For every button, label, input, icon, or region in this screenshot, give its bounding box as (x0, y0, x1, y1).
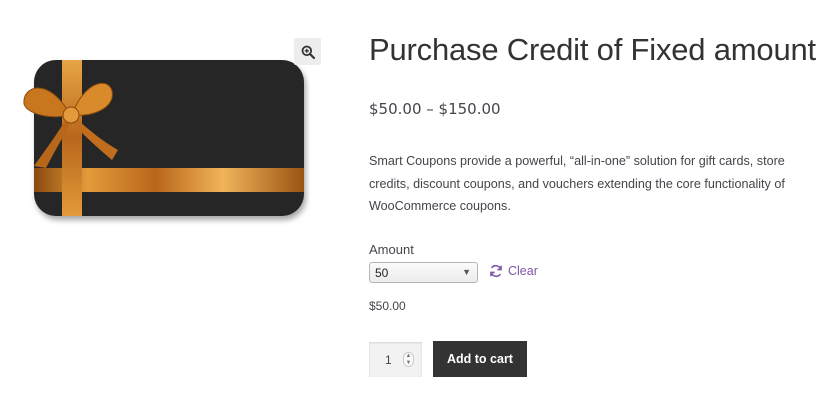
price-range: $50.00 – $150.00 (369, 100, 501, 118)
add-to-cart-button[interactable]: Add to cart (433, 341, 527, 377)
product-description: Smart Coupons provide a powerful, “all-i… (369, 154, 785, 213)
clear-label: Clear (508, 264, 538, 278)
amount-select-value: 50 (375, 265, 389, 280)
magnifier-plus-icon (301, 45, 315, 59)
quantity-stepper[interactable]: ▲ ▼ (403, 352, 414, 367)
clear-link[interactable]: Clear (489, 264, 538, 278)
zoom-button[interactable] (294, 38, 321, 65)
variation-price: $50.00 (369, 299, 406, 313)
amount-select[interactable]: 50 ▼ (369, 262, 478, 283)
gift-card-image[interactable] (18, 56, 310, 238)
amount-label: Amount (369, 242, 414, 257)
quantity-input[interactable]: 1 ▲ ▼ (369, 342, 422, 377)
chevron-down-icon: ▼ (462, 267, 471, 277)
refresh-icon (490, 264, 502, 278)
product-title: Purchase Credit of Fixed amount (369, 32, 816, 67)
quantity-value: 1 (385, 352, 392, 367)
product-gallery (0, 38, 330, 238)
